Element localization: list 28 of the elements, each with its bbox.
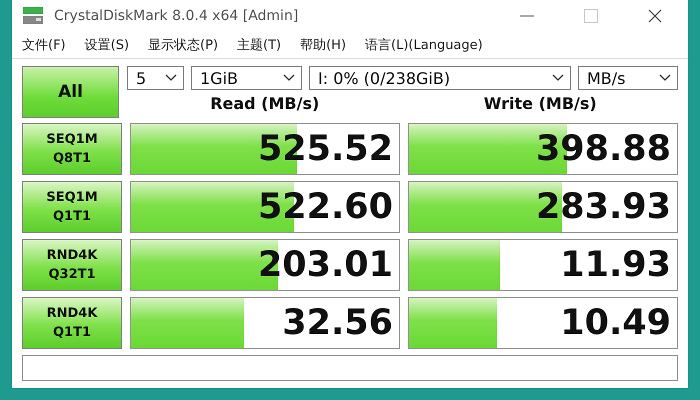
- chevron-icon: [283, 74, 295, 82]
- window-title: CrystalDiskMark 8.0.4 x64 [Admin]: [54, 8, 298, 24]
- test-button[interactable]: SEQ1M Q8T1: [22, 123, 122, 175]
- close-icon[interactable]: [648, 9, 662, 23]
- test-button[interactable]: SEQ1M Q1T1: [22, 181, 122, 233]
- menu-item[interactable]: 主题(T): [237, 36, 282, 54]
- test-button[interactable]: RND4K Q1T1: [22, 297, 122, 349]
- menu-item[interactable]: 帮助(H): [300, 36, 346, 54]
- column-header: Write (MB/s): [482, 94, 598, 113]
- test-button[interactable]: RND4K Q32T1: [22, 239, 122, 291]
- result-value: 10.49: [560, 303, 672, 343]
- chevron-icon: [552, 74, 564, 82]
- disk-icon: [22, 6, 44, 26]
- menu-item[interactable]: 设置(S): [84, 36, 130, 54]
- result-value: 11.93: [560, 245, 672, 285]
- dropdown[interactable]: 1GiB: [191, 66, 302, 90]
- menu-item[interactable]: 文件(F): [22, 36, 66, 54]
- all-button[interactable]: All: [22, 66, 119, 118]
- dropdown[interactable]: I: 0% (0/238GiB): [309, 66, 571, 90]
- chevron-icon: [659, 74, 671, 82]
- column-header: Read (MB/s): [209, 94, 320, 113]
- menu-item[interactable]: 语言(L)(Language): [365, 36, 483, 54]
- menu-item[interactable]: 显示状态(P): [148, 36, 218, 54]
- comment-field[interactable]: [22, 355, 678, 381]
- dropdown[interactable]: 5: [127, 66, 184, 90]
- dropdown[interactable]: MB/s: [578, 66, 678, 90]
- chevron-icon: [165, 74, 177, 82]
- result-value: 32.56: [282, 303, 394, 343]
